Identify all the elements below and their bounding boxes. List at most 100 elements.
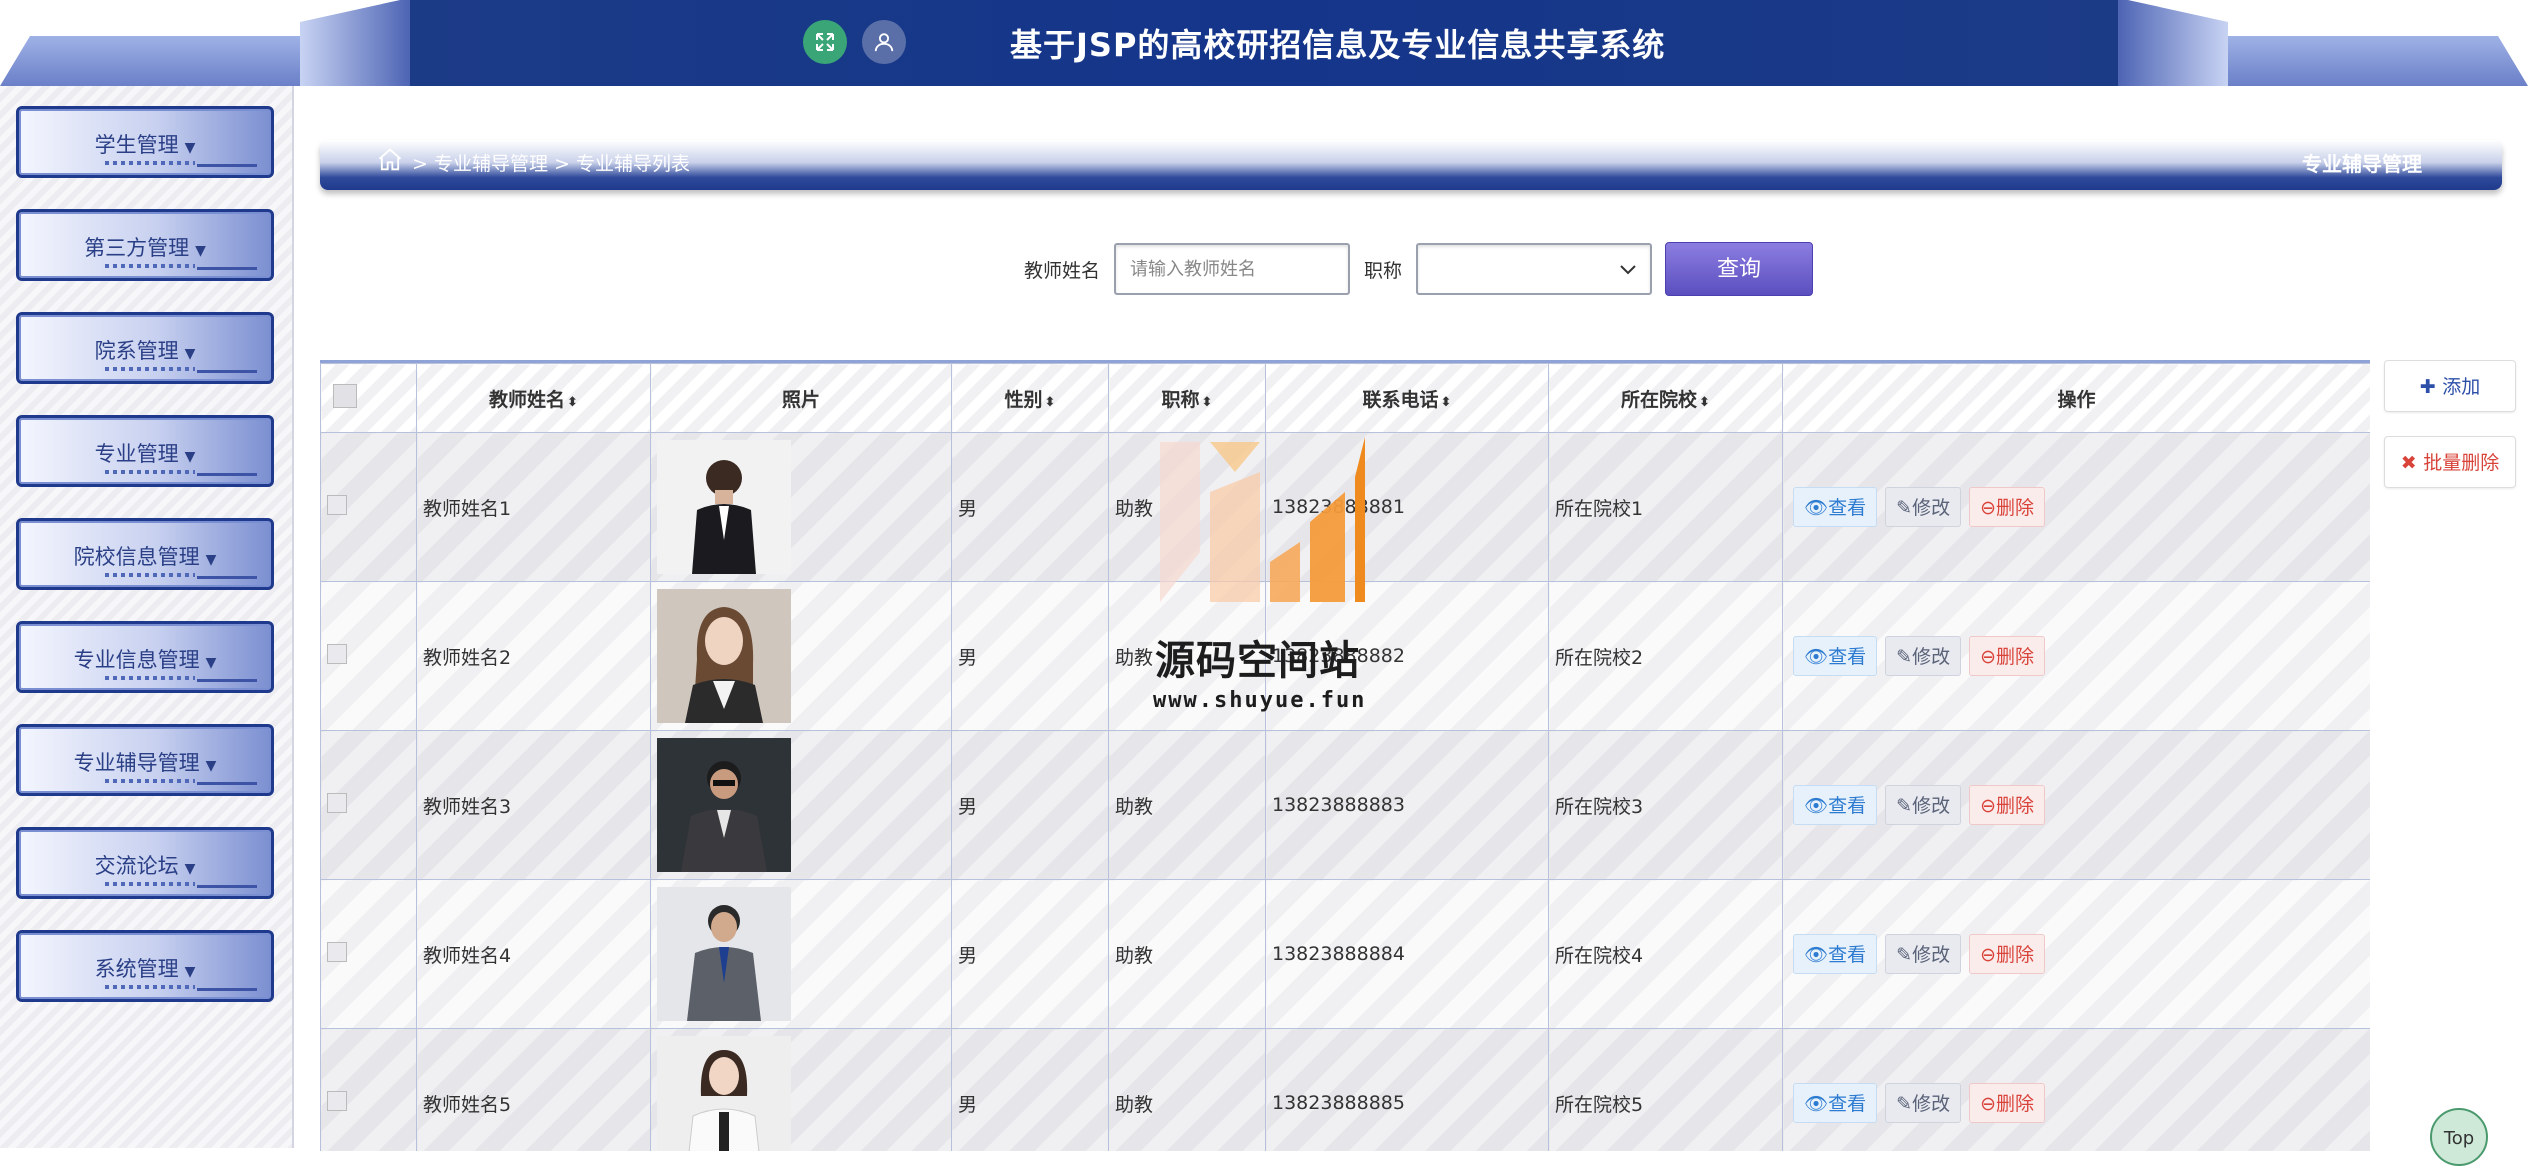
col-header-school[interactable]: 所在院校 ⬍ [1548,363,1783,433]
row-checkbox[interactable] [327,792,347,813]
plus-icon: ✚ [2419,376,2443,398]
site-title: 基于JSP的高校研招信息及专业信息共享系统 [1010,26,1666,64]
close-icon: ✖ [2400,452,2424,474]
cell-name: 教师姓名5 [416,1028,651,1151]
delete-button[interactable]: ⊖删除 [1969,785,2046,825]
edit-label: 修改 [1912,944,1951,966]
view-button[interactable]: 👁查看 [1793,934,1878,974]
edit-button[interactable]: ✎修改 [1885,487,1962,527]
expand-icon [816,33,834,51]
sidebar-item-label: 交流论坛 [94,854,179,878]
sidebar-item-third-party[interactable]: 第三方管理 ▼ [16,209,274,281]
cell-photo [650,581,952,731]
sidebar-item-major-info[interactable]: 专业信息管理 ▼ [16,621,274,693]
row-checkbox[interactable] [327,494,347,515]
portrait-image [657,1036,791,1151]
menu-decoration [105,264,195,268]
home-icon[interactable] [376,146,404,174]
teacher-photo[interactable] [657,1036,791,1151]
table-row: 教师姓名5 男 助教 13823888885 所在院校5 👁查看 ✎修改 ⊖删除 [320,1028,2370,1151]
portrait-image [657,887,791,1021]
teacher-photo[interactable] [657,887,791,1021]
view-button[interactable]: 👁查看 [1793,487,1878,527]
menu-decoration-line [197,370,257,373]
edit-label: 修改 [1912,1093,1951,1115]
sidebar-item-forum[interactable]: 交流论坛 ▼ [16,827,274,899]
menu-decoration-line [197,885,257,888]
sidebar-item-major[interactable]: 专业管理 ▼ [16,415,274,487]
view-button[interactable]: 👁查看 [1793,785,1878,825]
cell-title: 助教 [1108,730,1266,880]
delete-label: 删除 [1996,646,2035,668]
select-all-checkbox[interactable] [333,383,357,408]
menu-decoration [105,161,195,165]
cell-title: 助教 [1108,879,1266,1029]
edit-label: 修改 [1912,646,1951,668]
delete-button[interactable]: ⊖删除 [1969,934,2046,974]
menu-decoration [105,367,195,371]
edit-button[interactable]: ✎修改 [1885,934,1962,974]
edit-button[interactable]: ✎修改 [1885,785,1962,825]
row-checkbox[interactable] [327,941,347,962]
view-button[interactable]: 👁查看 [1793,636,1878,676]
caret-down-icon: ▼ [184,964,196,980]
cell-actions: 👁查看 ✎修改 ⊖删除 [1782,879,2370,1029]
portrait-image [657,440,791,574]
caret-down-icon: ▼ [205,758,217,774]
minus-circle-icon: ⊖ [1980,497,1996,519]
col-header-photo: 照片 [650,363,952,433]
edit-button[interactable]: ✎修改 [1885,636,1962,676]
teacher-photo[interactable] [657,440,791,574]
sidebar-item-label: 第三方管理 [84,236,190,260]
col-header-label: 教师姓名 [489,388,566,411]
sidebar-item-label: 系统管理 [94,957,179,981]
minus-circle-icon: ⊖ [1980,944,1996,966]
breadcrumb: > 专业辅导管理 > 专业辅导列表 专业辅导管理 [320,140,2502,190]
sidebar-item-tutoring[interactable]: 专业辅导管理 ▼ [16,724,274,796]
row-checkbox[interactable] [327,1090,347,1111]
delete-button[interactable]: ⊖删除 [1969,636,2046,676]
view-label: 查看 [1828,795,1867,817]
sidebar-item-school-info[interactable]: 院校信息管理 ▼ [16,518,274,590]
batch-delete-label: 批量删除 [2423,452,2500,474]
delete-label: 删除 [1996,795,2035,817]
caret-down-icon: ▼ [205,552,217,568]
delete-button[interactable]: ⊖删除 [1969,1083,2046,1123]
sidebar-item-system[interactable]: 系统管理 ▼ [16,930,274,1002]
sidebar-item-department[interactable]: 院系管理 ▼ [16,312,274,384]
delete-button[interactable]: ⊖删除 [1969,487,2046,527]
sort-icon: ⬍ [1201,394,1213,410]
col-header-title[interactable]: 职称 ⬍ [1108,363,1266,433]
fullscreen-button[interactable] [803,20,847,64]
add-button[interactable]: ✚ 添加 [2384,360,2516,412]
sidebar-item-student[interactable]: 学生管理 ▼ [16,106,274,178]
col-header-phone[interactable]: 联系电话 ⬍ [1265,363,1549,433]
caret-down-icon: ▼ [184,449,196,465]
page-title: 专业辅导管理 [2302,152,2422,176]
cell-phone: 13823888884 [1265,879,1549,1029]
teacher-name-input[interactable] [1114,243,1350,295]
pencil-icon: ✎ [1896,646,1913,668]
select-all-cell [320,363,417,433]
scroll-top-button[interactable]: Top [2430,1108,2488,1166]
user-button[interactable] [862,20,906,64]
sidebar-item-label: 院校信息管理 [73,545,200,569]
teacher-photo[interactable] [657,589,791,723]
batch-delete-button[interactable]: ✖ 批量删除 [2384,436,2516,488]
row-checkbox-cell [320,1028,417,1151]
col-header-name[interactable]: 教师姓名 ⬍ [416,363,651,433]
edit-button[interactable]: ✎修改 [1885,1083,1962,1123]
title-select[interactable] [1416,243,1652,295]
row-checkbox[interactable] [327,643,347,664]
cell-photo [650,432,952,582]
delete-label: 删除 [1996,944,2035,966]
cell-phone: 13823888881 [1265,432,1549,582]
col-header-gender[interactable]: 性别 ⬍ [951,363,1109,433]
watermark-url: www.shuyue.fun [1153,688,1367,713]
cell-name: 教师姓名3 [416,730,651,880]
teacher-photo[interactable] [657,738,791,872]
caret-down-icon: ▼ [184,861,196,877]
view-button[interactable]: 👁查看 [1793,1083,1878,1123]
menu-decoration [105,779,195,783]
search-button[interactable]: 查询 [1665,242,1813,296]
